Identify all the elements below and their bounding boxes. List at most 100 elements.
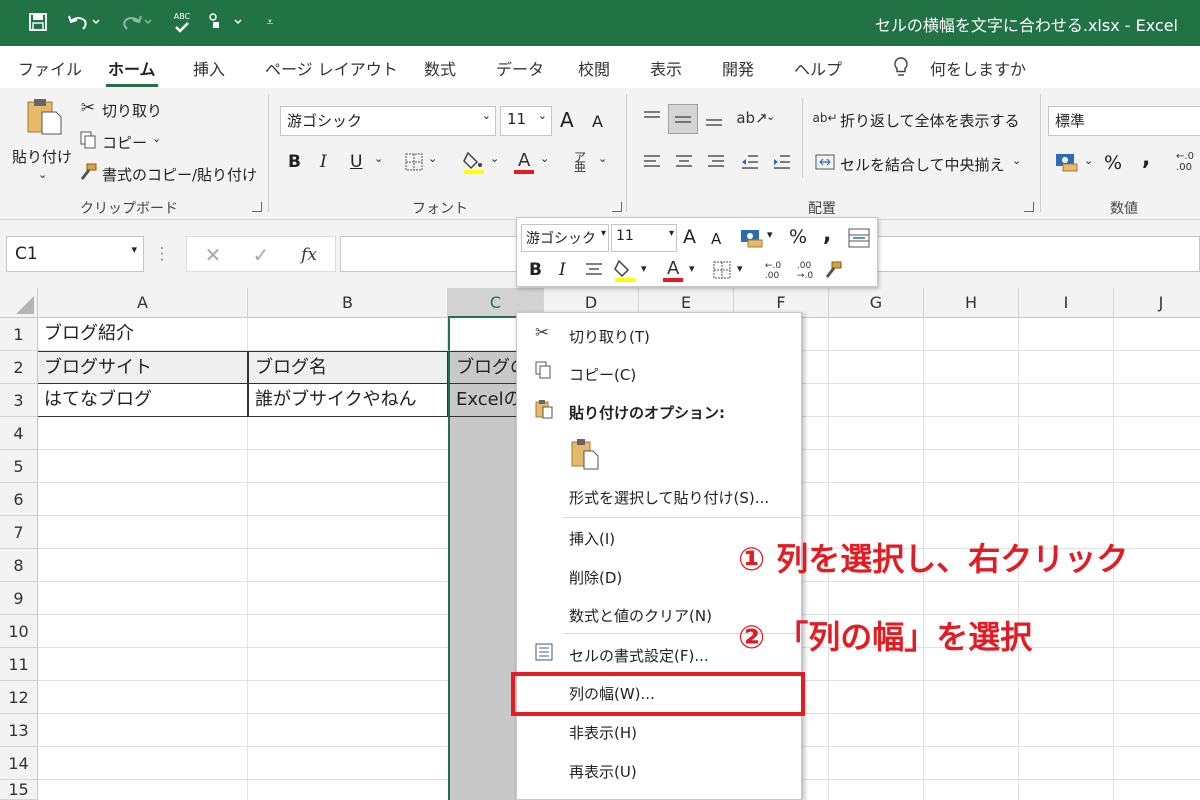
menu-item-copy[interactable]: コピー(C) xyxy=(569,364,636,385)
format-painter-icon[interactable] xyxy=(821,258,845,282)
save-icon[interactable] xyxy=(26,8,50,36)
cut-button[interactable]: 切り取り xyxy=(102,100,162,121)
align-center-icon[interactable] xyxy=(672,150,696,174)
percent-icon[interactable]: % xyxy=(789,226,807,248)
border-icon[interactable] xyxy=(402,150,426,174)
row-header[interactable]: 1 xyxy=(0,318,38,351)
tab-home[interactable]: ホーム xyxy=(106,56,158,87)
alignment-launcher-icon[interactable] xyxy=(1024,202,1034,212)
font-color-icon[interactable]: A xyxy=(661,256,685,284)
paste-button[interactable]: 貼り付け xyxy=(12,146,72,167)
select-all-button[interactable] xyxy=(0,288,38,318)
chevron-down-icon[interactable]: ⌄ xyxy=(766,110,775,123)
increase-decimal-icon[interactable]: ←.0.00 xyxy=(759,258,787,284)
chevron-down-icon[interactable]: ⌄ xyxy=(152,132,161,145)
font-name-select[interactable]: 游ゴシック ⌄ xyxy=(280,106,496,136)
orientation-icon[interactable]: ab↗ xyxy=(736,106,767,130)
lightbulb-icon[interactable] xyxy=(892,56,910,82)
row-header[interactable]: 7 xyxy=(0,516,38,549)
underline-icon[interactable]: U xyxy=(350,152,362,172)
search-tell-me[interactable]: 何をしますか xyxy=(930,56,1026,80)
fill-color-icon[interactable] xyxy=(462,148,486,176)
cell-a1[interactable]: ブログ紹介 xyxy=(38,318,248,351)
touch-mode-icon[interactable] xyxy=(204,8,248,36)
align-top-icon[interactable] xyxy=(640,106,664,130)
grow-font-icon[interactable]: A xyxy=(560,108,574,132)
row-header[interactable]: 14 xyxy=(0,747,38,780)
merge-center-icon[interactable] xyxy=(814,150,836,174)
row-header[interactable]: 9 xyxy=(0,582,38,615)
row-header[interactable]: 6 xyxy=(0,483,38,516)
column-header-g[interactable]: G xyxy=(829,288,924,318)
row-header[interactable]: 11 xyxy=(0,648,38,681)
chevron-down-icon[interactable]: ▾ xyxy=(737,262,743,275)
undo-icon[interactable] xyxy=(64,8,104,36)
row-header[interactable]: 10 xyxy=(0,615,38,648)
chevron-down-icon[interactable]: ▾ xyxy=(767,228,773,241)
column-header-j[interactable]: J xyxy=(1114,288,1200,318)
currency-icon[interactable] xyxy=(739,226,765,250)
currency-icon[interactable] xyxy=(1054,150,1080,174)
menu-item-delete[interactable]: 削除(D) xyxy=(569,567,622,588)
chevron-down-icon[interactable]: ⌄ xyxy=(428,152,437,165)
increase-decimal-icon[interactable]: ←.0.00 xyxy=(1170,148,1200,176)
paste-option-icon[interactable] xyxy=(569,437,601,471)
chevron-down-icon[interactable]: ⌄ xyxy=(598,152,607,165)
align-left-icon[interactable] xyxy=(640,150,664,174)
chevron-down-icon[interactable]: ▾ xyxy=(641,262,647,275)
tab-developer[interactable]: 開発 xyxy=(722,56,754,80)
menu-item-hide[interactable]: 非表示(H) xyxy=(569,722,637,743)
italic-icon[interactable]: I xyxy=(559,260,566,280)
chevron-down-icon[interactable]: ⌄ xyxy=(540,152,549,165)
row-header[interactable]: 8 xyxy=(0,549,38,582)
format-painter-button[interactable]: 書式のコピー/貼り付け xyxy=(102,164,257,185)
tab-view[interactable]: 表示 xyxy=(650,56,682,80)
border-icon[interactable] xyxy=(711,258,733,282)
row-header[interactable]: 2 xyxy=(0,351,38,384)
copy-icon[interactable] xyxy=(78,130,98,150)
bold-icon[interactable]: B xyxy=(529,260,542,280)
chevron-down-icon[interactable]: ▾ xyxy=(689,262,695,275)
customize-icon[interactable]: ⩡ xyxy=(260,8,280,36)
align-center-icon[interactable] xyxy=(583,258,605,282)
cell-b2[interactable]: ブログ名 xyxy=(248,351,448,384)
column-header-i[interactable]: I xyxy=(1019,288,1114,318)
scissors-icon[interactable]: ✂ xyxy=(78,98,98,118)
tab-review[interactable]: 校閲 xyxy=(578,56,610,80)
font-color-icon[interactable]: A xyxy=(512,148,536,176)
merge-center-button[interactable]: セルを結合して中央揃え xyxy=(840,154,1005,175)
cell-a2[interactable]: ブログサイト xyxy=(38,351,248,384)
tab-data[interactable]: データ xyxy=(496,56,544,80)
shrink-font-icon[interactable]: A xyxy=(711,230,721,248)
spelling-icon[interactable]: ABC xyxy=(170,8,194,36)
wrap-text-button[interactable]: 折り返して全体を表示する xyxy=(840,110,1020,131)
copy-button[interactable]: コピー xyxy=(102,132,147,153)
row-header[interactable]: 15 xyxy=(0,780,38,800)
clipboard-launcher-icon[interactable] xyxy=(252,202,262,212)
cell-b3[interactable]: 誰がブサイクやねん xyxy=(248,384,448,417)
comma-icon[interactable]: , xyxy=(1142,146,1150,171)
grow-font-icon[interactable]: A xyxy=(683,226,696,248)
bold-icon[interactable]: B xyxy=(288,152,301,172)
menu-item-paste-special[interactable]: 形式を選択して貼り付け(S)... xyxy=(569,487,769,508)
paste-icon[interactable] xyxy=(22,96,66,136)
mini-font-name-select[interactable]: 游ゴシック ▾ xyxy=(521,224,609,252)
tab-file[interactable]: ファイル xyxy=(18,56,82,80)
tab-formulas[interactable]: 数式 xyxy=(424,56,456,80)
enter-icon[interactable]: ✓ xyxy=(249,243,273,267)
align-right-icon[interactable] xyxy=(704,150,728,174)
row-header[interactable]: 13 xyxy=(0,714,38,747)
fill-color-icon[interactable] xyxy=(613,256,637,284)
chevron-down-icon[interactable]: ⌄ xyxy=(38,168,47,181)
font-size-select[interactable]: 11 ⌄ xyxy=(500,106,552,136)
cell-b1[interactable] xyxy=(248,318,448,351)
decrease-indent-icon[interactable] xyxy=(738,150,762,174)
row-header[interactable]: 4 xyxy=(0,417,38,450)
cell-a3[interactable]: はてなブログ xyxy=(38,384,248,417)
increase-indent-icon[interactable] xyxy=(770,150,794,174)
redo-icon[interactable] xyxy=(116,8,156,36)
column-header-h[interactable]: H xyxy=(924,288,1019,318)
menu-item-clear-contents[interactable]: 数式と値のクリア(N) xyxy=(569,605,712,626)
mini-font-size-select[interactable]: 11 ▾ xyxy=(611,224,677,252)
row-header[interactable]: 5 xyxy=(0,450,38,483)
